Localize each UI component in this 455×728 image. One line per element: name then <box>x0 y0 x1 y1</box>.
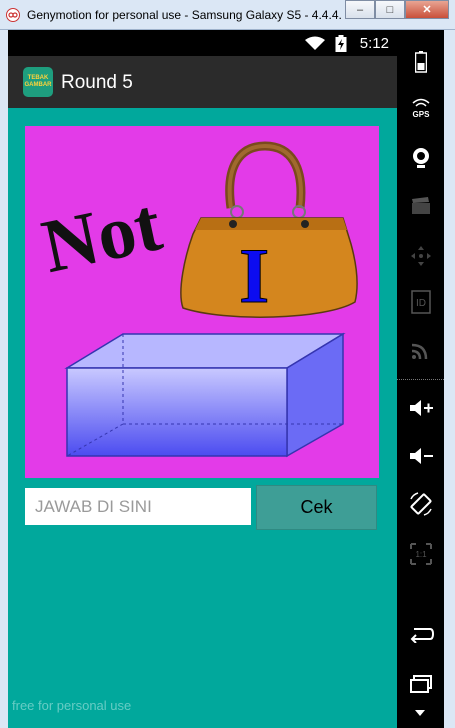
close-button[interactable]: ✕ <box>405 0 449 19</box>
check-button[interactable]: Cek <box>256 485 377 530</box>
id-label: ID <box>416 298 426 309</box>
battery-charging-icon <box>335 35 347 52</box>
window-titlebar: Genymotion for personal use - Samsung Ga… <box>0 0 455 30</box>
pixel-perfect-label: 1:1 <box>415 550 427 559</box>
puzzle-image: Not I <box>25 126 379 478</box>
emulator-control-bar: GPS ID 1:1 <box>397 30 444 728</box>
logo-text-bottom: GAMBAR <box>24 82 52 88</box>
window-controls: – □ ✕ <box>345 0 449 20</box>
window-frame-right <box>444 30 455 728</box>
status-time: 5:12 <box>359 35 389 52</box>
android-status-bar: 5:12 <box>8 30 397 56</box>
volume-down-icon[interactable] <box>397 438 444 474</box>
recent-apps-icon[interactable] <box>397 666 444 702</box>
volume-up-icon[interactable] <box>397 390 444 426</box>
gps-icon[interactable]: GPS <box>397 90 444 126</box>
window-frame-left <box>0 30 8 728</box>
gps-label: GPS <box>412 110 430 119</box>
puzzle-word: Not <box>35 182 168 289</box>
webcam-icon[interactable] <box>397 140 444 176</box>
page-title: Round 5 <box>61 72 133 93</box>
rotate-icon[interactable] <box>397 486 444 522</box>
minimize-button[interactable]: – <box>345 0 375 19</box>
puzzle-illustration: Not I <box>35 141 358 458</box>
pixel-perfect-icon[interactable]: 1:1 <box>397 536 444 572</box>
more-arrow-icon[interactable] <box>415 710 425 716</box>
video-capture-icon[interactable] <box>397 188 444 224</box>
id-icon[interactable]: ID <box>397 284 444 320</box>
watermark-text: free for personal use <box>12 698 132 713</box>
cast-icon[interactable] <box>397 332 444 368</box>
window-title: Genymotion for personal use - Samsung Ga… <box>27 8 342 22</box>
control-separator <box>397 379 444 380</box>
genymotion-app-icon <box>6 8 20 22</box>
main-content: Not I C <box>8 108 397 728</box>
back-icon[interactable] <box>397 616 444 652</box>
logo-text-top: TEBAK <box>27 75 49 81</box>
app-action-bar: TEBAK GAMBAR Round 5 <box>8 56 397 108</box>
answer-input[interactable] <box>25 488 251 525</box>
maximize-button[interactable]: □ <box>375 0 405 19</box>
app-logo[interactable]: TEBAK GAMBAR <box>23 67 53 97</box>
remote-control-icon[interactable] <box>397 238 444 274</box>
battery-icon[interactable] <box>397 44 444 80</box>
wifi-icon <box>305 36 325 50</box>
puzzle-letter: I <box>239 232 269 319</box>
